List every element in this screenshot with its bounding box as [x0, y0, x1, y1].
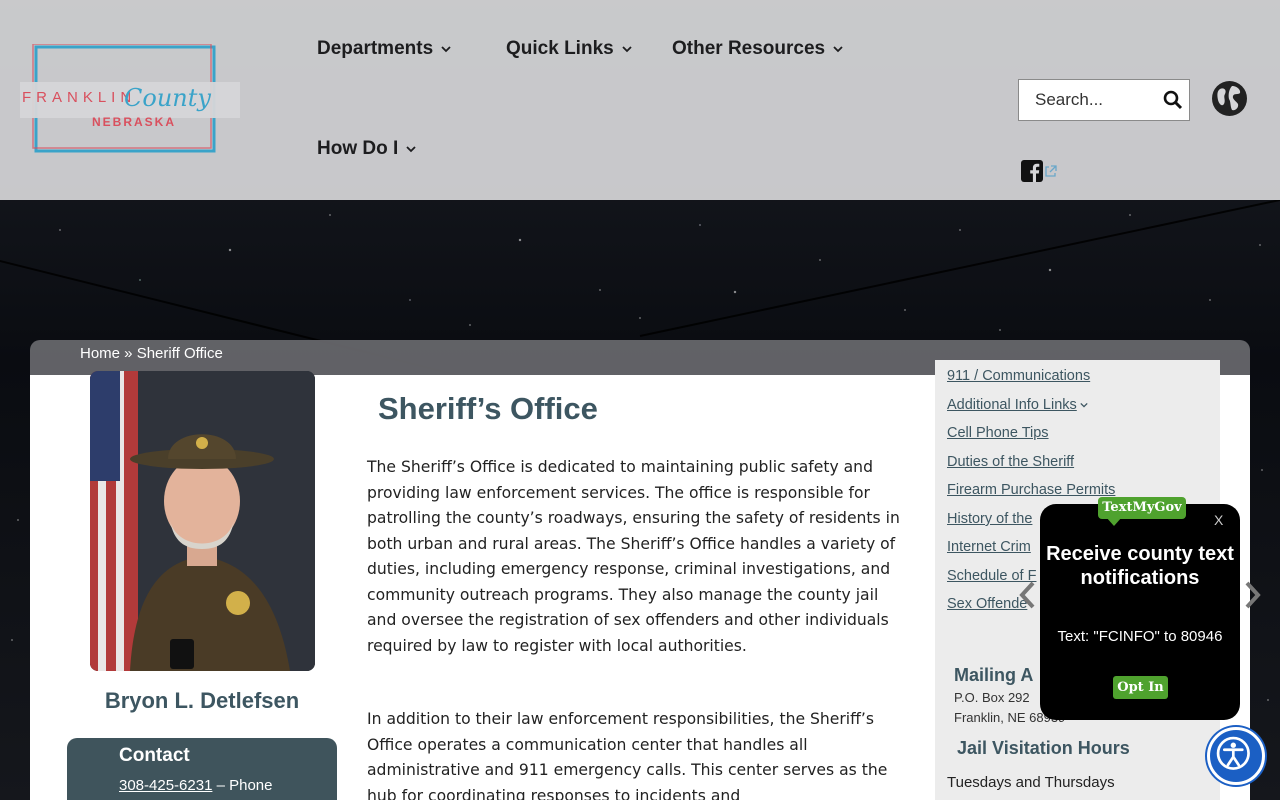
- breadcrumb-current: Sheriff Office: [136, 345, 223, 362]
- jail-visitation-text: Tuesdays and Thursdays: [947, 774, 1115, 791]
- popup-title: Receive county text notifications: [1046, 543, 1234, 589]
- popup-close-button[interactable]: X: [1214, 512, 1223, 528]
- sidebar-link-firearm-permits[interactable]: Firearm Purchase Permits: [947, 482, 1115, 498]
- sheriff-portrait: [90, 371, 315, 671]
- sidebar-link-additional-info[interactable]: Additional Info Links: [947, 397, 1088, 413]
- sidebar-link-label: Additional Info Links: [947, 397, 1077, 413]
- page-title: Sheriff’s Office: [378, 391, 598, 426]
- mailing-line: P.O. Box 292: [954, 690, 1030, 705]
- nav-label: Quick Links: [506, 38, 614, 59]
- contact-phone: 308-425-6231 – Phone: [119, 777, 272, 794]
- textmygov-badge: TextMyGov: [1098, 497, 1186, 519]
- nav-quick-links[interactable]: Quick Links: [506, 38, 632, 60]
- communications-paragraph: In addition to their law enforcement res…: [367, 710, 888, 800]
- external-link-icon: [1045, 165, 1057, 177]
- breadcrumb: Home » Sheriff Office: [80, 345, 223, 362]
- mailing-address-heading: Mailing A: [954, 665, 1034, 685]
- nav-label: How Do I: [317, 138, 399, 159]
- sidebar-link-internet-crimes[interactable]: Internet Crim: [947, 539, 1031, 555]
- phone-suffix: – Phone: [212, 777, 273, 794]
- sidebar-link-duties[interactable]: Duties of the Sheriff: [947, 454, 1074, 470]
- chevron-down-icon: [1080, 402, 1088, 408]
- opt-in-button[interactable]: Opt In: [1113, 676, 1168, 699]
- nav-label: Departments: [317, 38, 434, 59]
- popup-instructions: Text: "FCINFO" to 80946: [1057, 628, 1223, 645]
- svg-text:County: County: [124, 84, 211, 112]
- nav-how-do-i[interactable]: How Do I: [317, 138, 416, 160]
- sidebar-link-cell-phone-tips[interactable]: Cell Phone Tips: [947, 425, 1049, 441]
- chevron-down-icon: [406, 146, 416, 153]
- breadcrumb-separator: »: [120, 345, 137, 362]
- chevron-down-icon: [441, 46, 451, 53]
- breadcrumb-home-link[interactable]: Home: [80, 345, 120, 362]
- globe-icon[interactable]: [1211, 80, 1248, 117]
- chevron-right-icon[interactable]: [1242, 580, 1262, 610]
- chevron-down-icon: [833, 46, 843, 53]
- search-icon[interactable]: [1163, 90, 1183, 110]
- jail-visitation-heading: Jail Visitation Hours: [957, 738, 1130, 758]
- sidebar-link-sex-offender[interactable]: Sex Offende: [947, 596, 1027, 612]
- search-box: [1018, 79, 1190, 121]
- sidebar-link-history[interactable]: History of the: [947, 511, 1032, 527]
- svg-text:NEBRASKA: NEBRASKA: [92, 115, 176, 129]
- franklin-county-logo[interactable]: FRANKLIN County NEBRASKA: [20, 44, 240, 154]
- facebook-icon[interactable]: [1021, 160, 1043, 182]
- svg-text:FRANKLIN: FRANKLIN: [22, 89, 136, 106]
- sheriff-name: Bryon L. Detlefsen: [104, 688, 300, 713]
- chevron-down-icon: [622, 46, 632, 53]
- nav-departments[interactable]: Departments: [317, 38, 451, 60]
- sidebar-link-911[interactable]: 911 / Communications: [947, 368, 1090, 384]
- phone-link[interactable]: 308-425-6231: [119, 777, 212, 794]
- contact-title: Contact: [119, 745, 190, 766]
- nav-label: Other Resources: [672, 38, 826, 59]
- accessibility-icon[interactable]: [1207, 727, 1265, 785]
- nav-other-resources[interactable]: Other Resources: [672, 38, 843, 60]
- intro-paragraph: The Sheriff’s Office is dedicated to mai…: [367, 458, 900, 655]
- chevron-left-icon[interactable]: [1018, 580, 1038, 610]
- search-input[interactable]: [1035, 90, 1145, 110]
